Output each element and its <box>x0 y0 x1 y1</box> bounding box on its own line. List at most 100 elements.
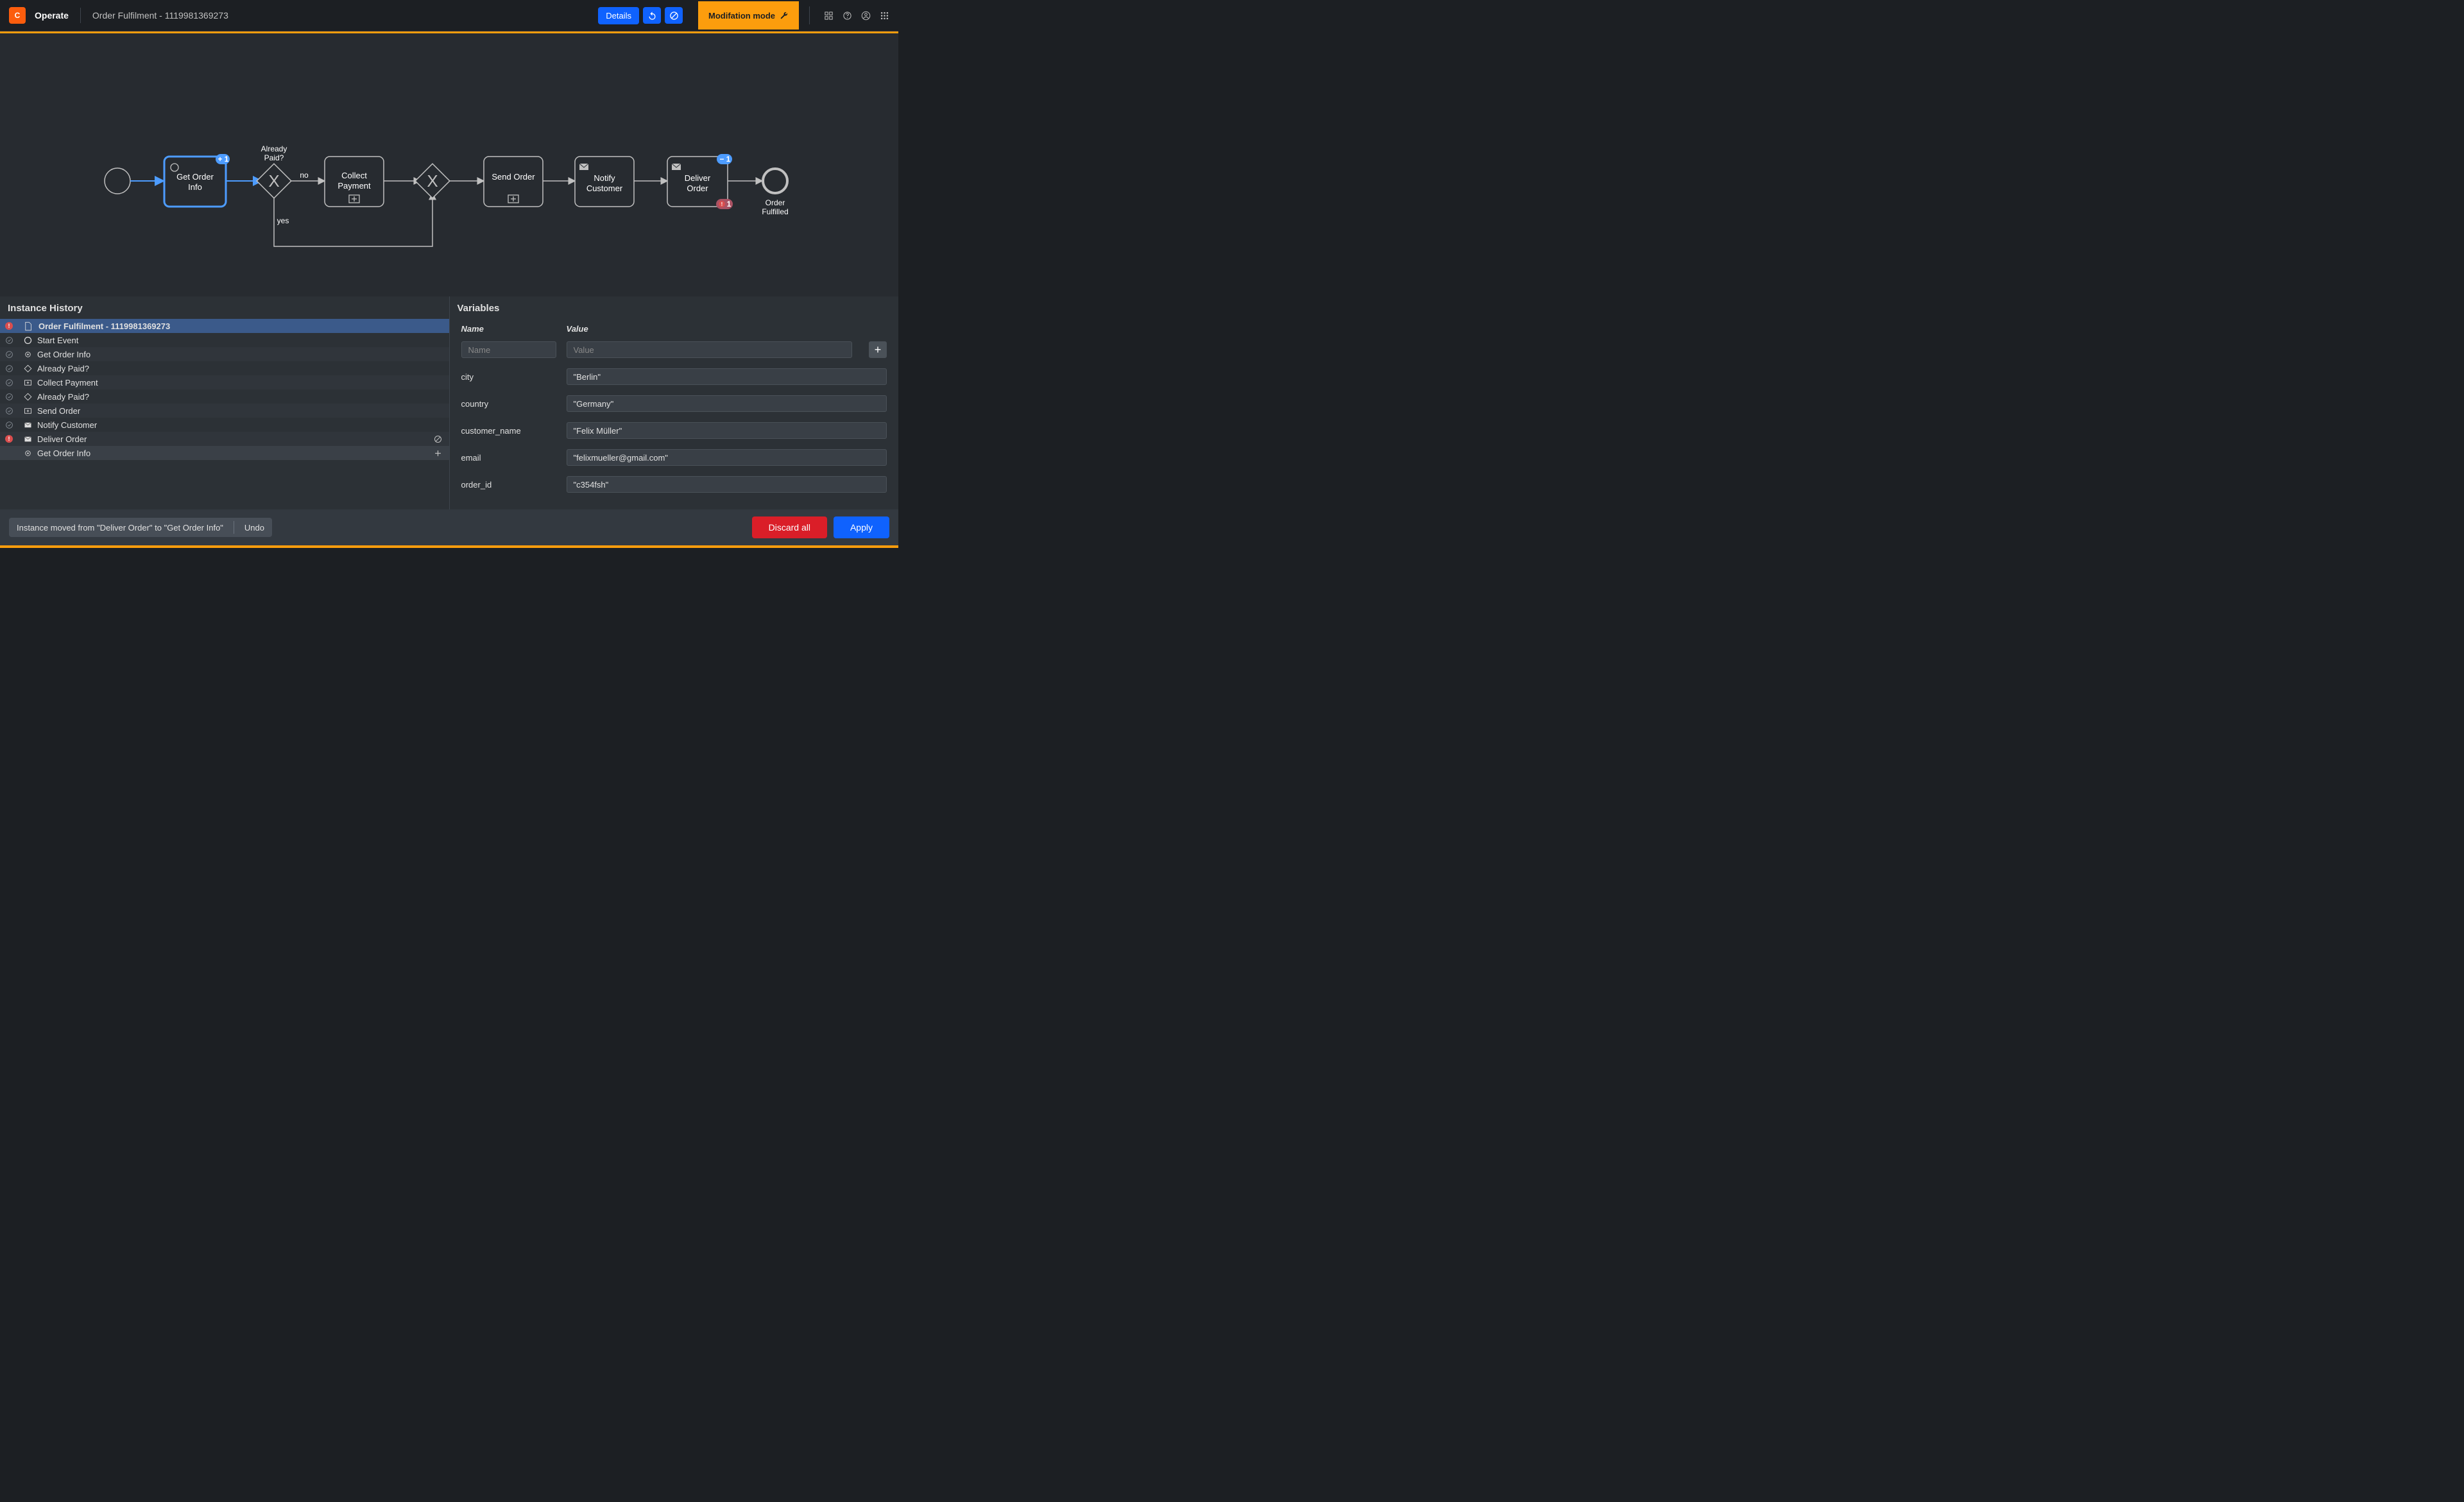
history-row-name: Deliver Order <box>37 434 427 444</box>
variable-name: customer_name <box>461 426 556 436</box>
variable-value-input[interactable] <box>567 395 887 412</box>
variable-row: city <box>461 363 887 390</box>
edge-label: no <box>300 171 309 180</box>
separator <box>809 6 810 24</box>
app-name[interactable]: Operate <box>35 10 69 21</box>
variable-value-input[interactable] <box>567 476 887 493</box>
history-type-icon <box>18 448 37 458</box>
footer-bar: Instance moved from "Deliver Order" to "… <box>0 509 898 545</box>
variable-name: country <box>461 399 556 409</box>
apps-icon[interactable] <box>880 11 889 21</box>
node-label: Fulfilled <box>762 207 788 216</box>
toast: Instance moved from "Deliver Order" to "… <box>9 518 272 537</box>
node-label: Notify <box>594 173 615 183</box>
history-row[interactable]: Notify Customer <box>0 418 449 432</box>
history-row-name: Already Paid? <box>37 392 427 402</box>
variable-new-row: + <box>461 336 887 363</box>
history-type-icon <box>18 321 37 331</box>
undo-button[interactable]: Undo <box>244 523 264 533</box>
history-row-action[interactable] <box>427 448 449 458</box>
history-row[interactable]: Get Order Info <box>0 347 449 361</box>
panel-title: Instance History <box>0 296 449 319</box>
modification-mode-button[interactable]: Modifation mode <box>698 1 799 30</box>
history-row[interactable]: !Order Fulfilment - 1119981369273 <box>0 319 449 333</box>
node-label: Customer <box>586 183 623 193</box>
history-row[interactable]: Collect Payment <box>0 375 449 389</box>
reset-button[interactable] <box>643 7 661 24</box>
end-event-node[interactable] <box>763 169 787 193</box>
start-event-node[interactable] <box>105 168 130 194</box>
history-type-icon <box>18 364 37 373</box>
toast-message: Instance moved from "Deliver Order" to "… <box>17 523 223 533</box>
svg-text:X: X <box>427 171 438 191</box>
instance-history-panel: Instance History !Order Fulfilment - 111… <box>0 296 450 509</box>
node-label: Payment <box>338 181 371 191</box>
history-list[interactable]: !Order Fulfilment - 1119981369273 Start E… <box>0 319 449 509</box>
node-badge-error: ! 1 <box>716 199 733 209</box>
node-label: Collect <box>341 171 367 180</box>
history-row-action[interactable] <box>427 434 449 444</box>
already-paid-gateway[interactable]: X <box>257 164 291 198</box>
bottom-bar <box>0 545 898 548</box>
variable-name: email <box>461 453 556 463</box>
node-label: Order <box>687 183 708 193</box>
discard-all-button[interactable]: Discard all <box>752 516 827 538</box>
node-label: Paid? <box>264 153 284 162</box>
node-label: Send Order <box>492 172 535 182</box>
svg-text:1: 1 <box>225 155 229 164</box>
variable-name-input[interactable] <box>461 341 556 358</box>
diagram-canvas[interactable]: Get Order Info + 1 X Already Paid? no ye… <box>0 33 898 296</box>
history-status-icon: ! <box>0 322 18 330</box>
history-type-icon <box>18 336 37 345</box>
modification-mode-label: Modifation mode <box>708 11 775 21</box>
node-label: Get Order <box>176 172 214 182</box>
history-row-name: Start Event <box>37 336 427 345</box>
user-icon[interactable] <box>861 11 871 21</box>
history-status-icon <box>0 350 18 359</box>
variable-name: order_id <box>461 480 556 490</box>
edge-label: yes <box>277 216 289 225</box>
variable-value-input[interactable] <box>567 368 887 385</box>
node-label: Order <box>766 198 785 207</box>
variable-value-input[interactable] <box>567 449 887 466</box>
history-type-icon <box>18 392 37 402</box>
history-type-icon <box>18 378 37 388</box>
svg-text:−: − <box>719 155 724 164</box>
help-icon[interactable] <box>843 11 852 21</box>
history-status-icon <box>0 336 18 345</box>
history-row-name: Send Order <box>37 406 427 416</box>
cancel-button[interactable] <box>665 7 683 24</box>
svg-text:1: 1 <box>726 155 731 164</box>
variable-name: city <box>461 372 556 382</box>
history-row[interactable]: ! Deliver Order <box>0 432 449 446</box>
variables-name-header: Name <box>461 324 556 334</box>
building-icon[interactable] <box>824 11 834 21</box>
variable-value-input[interactable] <box>567 341 853 358</box>
history-row[interactable]: Already Paid? <box>0 389 449 404</box>
history-row[interactable]: Get Order Info <box>0 446 449 460</box>
history-status-icon: ! <box>0 435 18 443</box>
history-row[interactable]: Start Event <box>0 333 449 347</box>
logo[interactable]: C <box>9 7 26 24</box>
svg-text:1: 1 <box>727 200 732 209</box>
history-row-name: Already Paid? <box>37 364 427 373</box>
node-label: Already <box>261 144 287 153</box>
history-type-icon <box>18 420 37 430</box>
history-type-icon <box>18 434 37 444</box>
bottom-panels: Instance History !Order Fulfilment - 111… <box>0 296 898 509</box>
merge-gateway[interactable]: X <box>415 164 450 198</box>
history-row[interactable]: Send Order <box>0 404 449 418</box>
breadcrumb[interactable]: Order Fulfilment - 1119981369273 <box>92 10 598 21</box>
variables-value-header: Value <box>567 324 588 334</box>
node-label: Info <box>188 182 202 192</box>
add-variable-button[interactable]: + <box>869 341 887 358</box>
history-type-icon <box>18 406 37 416</box>
node-badge: + 1 <box>216 154 230 164</box>
svg-text:X: X <box>268 171 279 191</box>
history-row[interactable]: Already Paid? <box>0 361 449 375</box>
header: C Operate Order Fulfilment - 11199813692… <box>0 0 898 31</box>
history-status-icon <box>0 421 18 429</box>
details-button[interactable]: Details <box>598 7 639 24</box>
variable-value-input[interactable] <box>567 422 887 439</box>
apply-button[interactable]: Apply <box>834 516 889 538</box>
